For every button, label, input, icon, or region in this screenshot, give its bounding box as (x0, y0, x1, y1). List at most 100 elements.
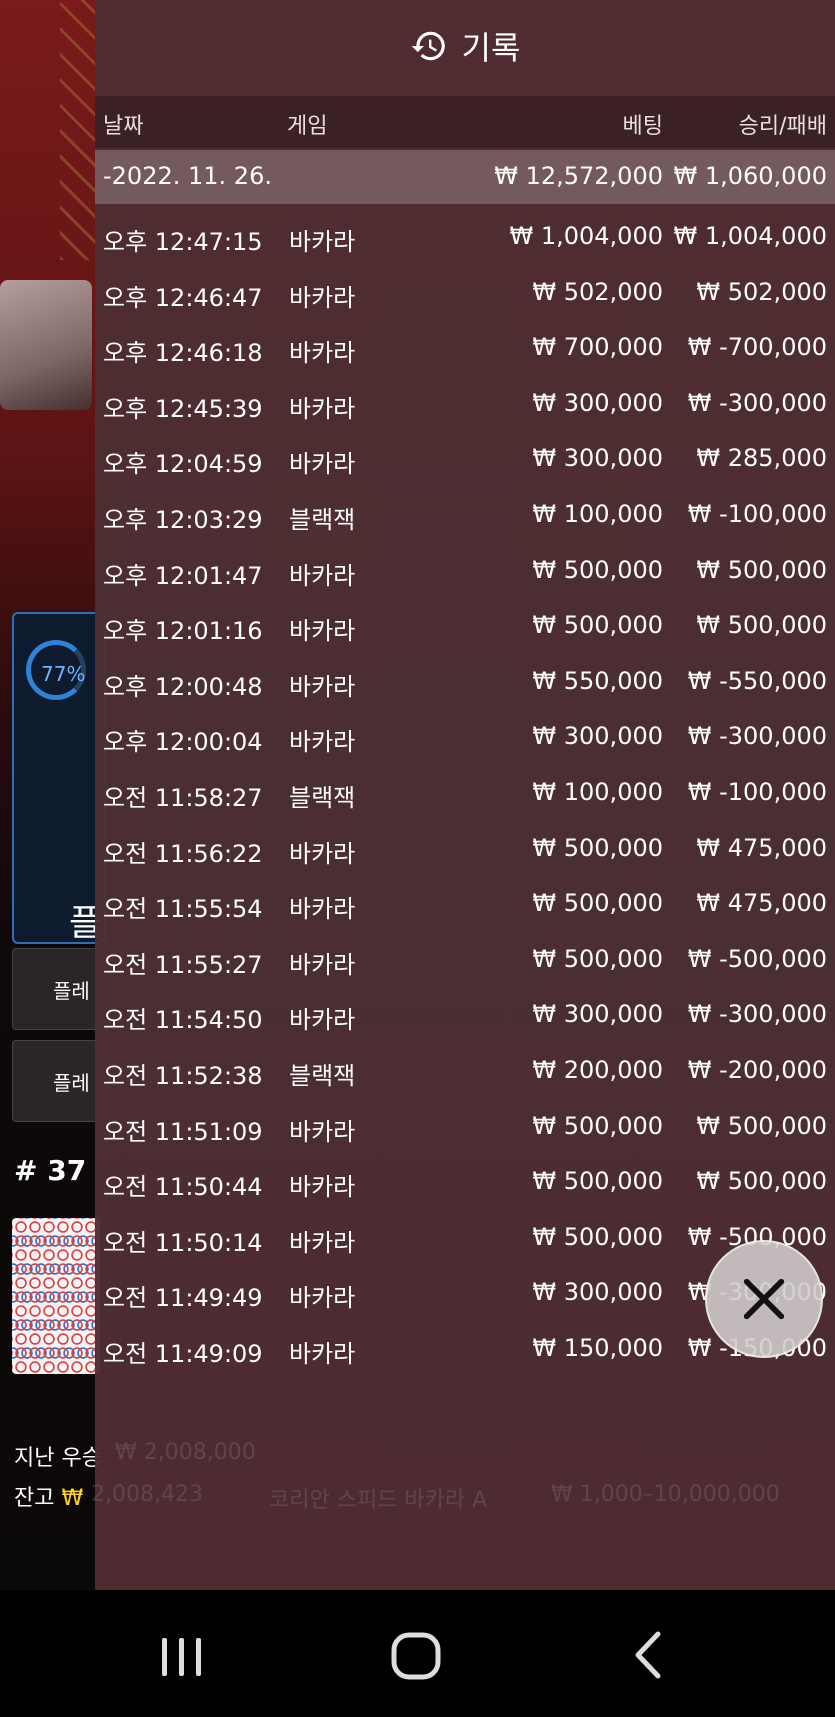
history-row[interactable]: 오전 11:54:50 바카라 ₩ 300,000 ₩ -300,000 (95, 988, 835, 1044)
row-result: ₩ 500,000 (696, 555, 827, 584)
row-game: 바카라 (289, 1284, 356, 1313)
history-row[interactable]: 오후 12:03:29 블랙잭 ₩ 100,000 ₩ -100,000 (95, 488, 835, 544)
row-time: 오후 12:01:47 (103, 561, 263, 590)
table-name: 코리안 스피드 바카라 A (269, 1488, 488, 1513)
row-bet: ₩ 500,000 (532, 611, 663, 640)
close-icon (743, 1278, 785, 1320)
history-row[interactable]: 오후 12:00:04 바카라 ₩ 300,000 ₩ -300,000 (95, 710, 835, 766)
row-result: ₩ -200,000 (687, 1055, 827, 1084)
row-game: 바카라 (289, 1006, 356, 1035)
last-win-value: ₩ 2,008,000 (115, 1440, 256, 1465)
date-group-total-bet: ₩ 12,572,000 (494, 162, 663, 190)
stat-percent: 77% (41, 662, 86, 686)
row-game: 바카라 (289, 950, 356, 979)
row-game: 바카라 (289, 617, 356, 646)
row-bet: ₩ 550,000 (532, 666, 663, 695)
balance-label: 잔고 (14, 1486, 55, 1511)
history-row[interactable]: 오전 11:55:27 바카라 ₩ 500,000 ₩ -500,000 (95, 933, 835, 989)
row-time: 오전 11:52:38 (103, 1061, 263, 1090)
row-result: ₩ -500,000 (687, 944, 827, 973)
row-time: 오전 11:55:54 (103, 895, 263, 924)
row-bet: ₩ 1,004,000 (509, 222, 663, 250)
history-row[interactable]: 오후 12:46:47 바카라 ₩ 502,000 ₩ 502,000 (95, 266, 835, 322)
balance-line: 잔고 ₩ (14, 1480, 83, 1512)
row-result: ₩ -300,000 (687, 722, 827, 751)
row-game: 바카라 (289, 672, 356, 701)
history-row[interactable]: 오후 12:47:15 바카라 ₩ 1,004,000 ₩ 1,004,000 (95, 210, 835, 266)
history-row[interactable]: 오후 12:00:48 바카라 ₩ 550,000 ₩ -550,000 (95, 655, 835, 711)
history-row[interactable]: 오전 11:56:22 바카라 ₩ 500,000 ₩ 475,000 (95, 822, 835, 878)
recent-apps-button[interactable] (142, 1620, 222, 1690)
column-date: 날짜 (103, 114, 144, 139)
balance-value: 2,008,423 (91, 1482, 203, 1507)
row-result: ₩ -100,000 (687, 499, 827, 528)
row-result: ₩ -300,000 (687, 388, 827, 417)
bead-road[interactable] (12, 1218, 100, 1374)
row-game: 바카라 (289, 394, 356, 423)
row-time: 오전 11:50:14 (103, 1228, 263, 1257)
row-result: ₩ 502,000 (696, 277, 827, 306)
row-bet: ₩ 500,000 (532, 555, 663, 584)
side-button-2[interactable]: 플레 (12, 1040, 102, 1122)
row-bet: ₩ 700,000 (532, 333, 663, 362)
row-bet: ₩ 500,000 (532, 1167, 663, 1196)
date-group-row[interactable]: -2022. 11. 26. ₩ 12,572,000 ₩ 1,060,000 (95, 150, 835, 204)
row-time: 오전 11:58:27 (103, 783, 263, 812)
row-result: ₩ 500,000 (696, 611, 827, 640)
row-time: 오전 11:51:09 (103, 1117, 263, 1146)
row-result: ₩ -300,000 (687, 1000, 827, 1029)
stat-card[interactable]: 77% 플 (12, 612, 106, 944)
history-row[interactable]: 오전 11:50:44 바카라 ₩ 500,000 ₩ 500,000 (95, 1155, 835, 1211)
history-row[interactable]: 오후 12:45:39 바카라 ₩ 300,000 ₩ -300,000 (95, 377, 835, 433)
row-time: 오후 12:00:48 (103, 672, 263, 701)
history-header: 기록 (95, 0, 835, 92)
row-time: 오후 12:46:18 (103, 339, 263, 368)
history-row[interactable]: 오전 11:51:09 바카라 ₩ 500,000 ₩ 500,000 (95, 1100, 835, 1156)
balance-currency: ₩ (61, 1486, 84, 1511)
row-bet: ₩ 150,000 (532, 1333, 663, 1362)
row-time: 오전 11:55:27 (103, 950, 263, 979)
row-bet: ₩ 100,000 (532, 499, 663, 528)
row-time: 오전 11:49:09 (103, 1339, 263, 1368)
back-button[interactable] (610, 1620, 690, 1690)
history-row[interactable]: 오후 12:01:47 바카라 ₩ 500,000 ₩ 500,000 (95, 544, 835, 600)
row-bet: ₩ 300,000 (532, 1000, 663, 1029)
history-row[interactable]: 오후 12:01:16 바카라 ₩ 500,000 ₩ 500,000 (95, 599, 835, 655)
column-bet: 베팅 (622, 114, 663, 139)
home-button[interactable] (376, 1620, 456, 1690)
table-decoration (60, 0, 100, 260)
row-bet: ₩ 500,000 (532, 944, 663, 973)
row-game: 블랙잭 (289, 1061, 356, 1090)
row-game: 블랙잭 (289, 783, 356, 812)
row-bet: ₩ 500,000 (532, 1111, 663, 1140)
row-bet: ₩ 100,000 (532, 777, 663, 806)
row-game: 바카라 (289, 283, 356, 312)
side-button-1[interactable]: 플레 (12, 948, 102, 1030)
row-game: 바카라 (289, 450, 356, 479)
row-time: 오전 11:49:49 (103, 1284, 263, 1313)
history-row[interactable]: 오전 11:55:54 바카라 ₩ 500,000 ₩ 475,000 (95, 877, 835, 933)
column-result: 승리/패배 (738, 114, 827, 139)
row-result: ₩ -700,000 (687, 333, 827, 362)
row-game: 바카라 (289, 895, 356, 924)
row-time: 오전 11:56:22 (103, 839, 263, 868)
history-row[interactable]: 오후 12:46:18 바카라 ₩ 700,000 ₩ -700,000 (95, 321, 835, 377)
history-row[interactable]: 오후 12:04:59 바카라 ₩ 300,000 ₩ 285,000 (95, 432, 835, 488)
row-time: 오후 12:04:59 (103, 450, 263, 479)
row-bet: ₩ 500,000 (532, 1222, 663, 1251)
row-time: 오전 11:54:50 (103, 1006, 263, 1035)
card-shoe (0, 280, 92, 410)
table-header: 날짜 게임 베팅 승리/패배 (95, 96, 835, 148)
history-rows: 오후 12:47:15 바카라 ₩ 1,004,000 ₩ 1,004,000 오후 1… (95, 210, 835, 1377)
shoe-number: # 37 (14, 1154, 87, 1187)
row-result: ₩ 500,000 (696, 1111, 827, 1140)
row-time: 오후 12:03:29 (103, 505, 263, 534)
close-button[interactable] (705, 1240, 823, 1358)
side-button-2-label: 플레 (53, 1071, 90, 1095)
row-result: ₩ 285,000 (696, 444, 827, 473)
row-bet: ₩ 500,000 (532, 889, 663, 918)
history-row[interactable]: 오전 11:58:27 블랙잭 ₩ 100,000 ₩ -100,000 (95, 766, 835, 822)
row-game: 바카라 (289, 728, 356, 757)
history-row[interactable]: 오전 11:52:38 블랙잭 ₩ 200,000 ₩ -200,000 (95, 1044, 835, 1100)
row-bet: ₩ 502,000 (532, 277, 663, 306)
